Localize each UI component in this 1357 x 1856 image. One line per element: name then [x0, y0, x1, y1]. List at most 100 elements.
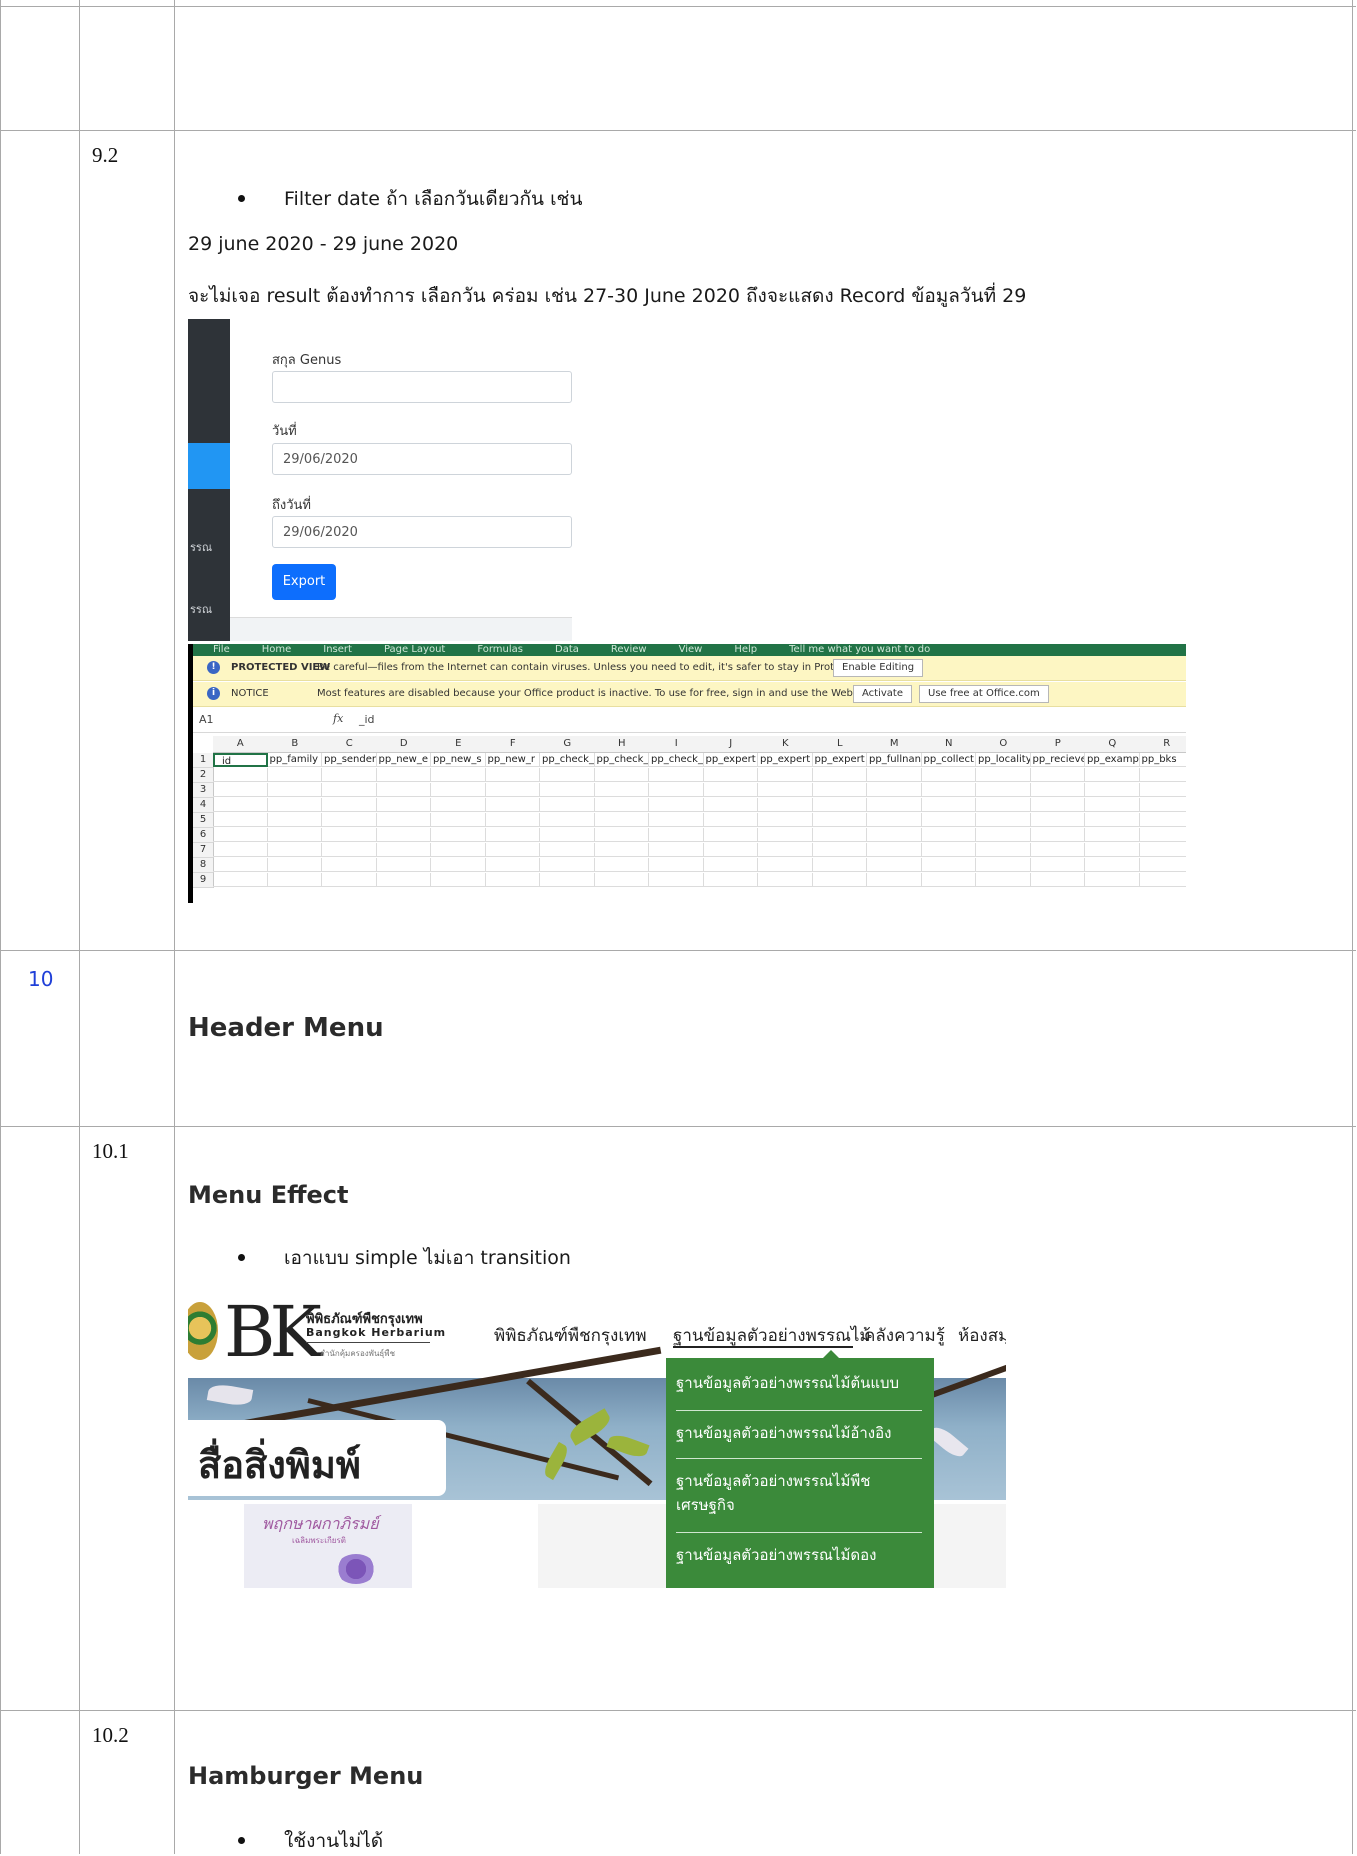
nav-library[interactable]: ห้องสมุ: [958, 1322, 1006, 1349]
table-cell[interactable]: [594, 768, 649, 782]
ribbon-tab[interactable]: Page Layout: [384, 644, 445, 655]
table-cell[interactable]: [1139, 843, 1186, 857]
column-header[interactable]: C: [322, 736, 378, 753]
table-cell[interactable]: [267, 858, 322, 872]
table-cell[interactable]: [921, 768, 976, 782]
to-date-input[interactable]: 29/06/2020: [272, 516, 572, 548]
ribbon-tab[interactable]: Formulas: [477, 644, 523, 655]
table-cell[interactable]: [431, 843, 486, 857]
table-cell[interactable]: [703, 813, 758, 827]
table-cell[interactable]: [267, 798, 322, 812]
table-cell[interactable]: [1139, 858, 1186, 872]
table-cell[interactable]: [213, 858, 268, 872]
dropdown-item-reference-specimen[interactable]: ฐานข้อมูลตัวอย่างพรรณไม้อ้างอิง: [676, 1422, 922, 1444]
column-header[interactable]: N: [921, 736, 977, 753]
table-cell[interactable]: [921, 828, 976, 842]
table-cell[interactable]: [376, 813, 431, 827]
row-header[interactable]: 4: [193, 798, 214, 813]
table-cell[interactable]: [431, 798, 486, 812]
column-header[interactable]: M: [867, 736, 923, 753]
table-cell[interactable]: [485, 828, 540, 842]
table-cell[interactable]: [485, 768, 540, 782]
table-cell[interactable]: [976, 828, 1031, 842]
table-cell[interactable]: [1030, 768, 1085, 782]
table-cell[interactable]: pp_check_: [594, 753, 649, 767]
table-cell[interactable]: [540, 783, 595, 797]
table-cell[interactable]: [758, 858, 813, 872]
table-cell[interactable]: [594, 813, 649, 827]
table-cell[interactable]: [376, 858, 431, 872]
table-cell[interactable]: [758, 783, 813, 797]
table-cell[interactable]: pp_expert: [703, 753, 758, 767]
table-cell[interactable]: pp_sender: [322, 753, 377, 767]
ribbon-tab[interactable]: View: [679, 644, 703, 655]
table-cell[interactable]: [649, 768, 704, 782]
table-cell[interactable]: pp_fullnan: [867, 753, 922, 767]
table-cell[interactable]: [322, 798, 377, 812]
nav-knowledge[interactable]: คลังความรู้: [864, 1322, 945, 1349]
table-cell[interactable]: _id: [213, 753, 268, 767]
table-cell[interactable]: [431, 873, 486, 887]
table-cell[interactable]: [376, 843, 431, 857]
table-cell[interactable]: [703, 798, 758, 812]
table-cell[interactable]: [540, 873, 595, 887]
table-cell[interactable]: [213, 813, 268, 827]
table-cell[interactable]: [540, 858, 595, 872]
table-cell[interactable]: [758, 798, 813, 812]
table-cell[interactable]: [376, 873, 431, 887]
row-header[interactable]: 5: [193, 813, 214, 828]
table-cell[interactable]: pp_locality: [976, 753, 1031, 767]
table-cell[interactable]: [431, 828, 486, 842]
date-input[interactable]: 29/06/2020: [272, 443, 572, 475]
table-cell[interactable]: [322, 843, 377, 857]
table-cell[interactable]: [540, 768, 595, 782]
table-cell[interactable]: pp_bks: [1139, 753, 1186, 767]
table-cell[interactable]: [594, 783, 649, 797]
table-cell[interactable]: [540, 798, 595, 812]
table-cell[interactable]: [703, 828, 758, 842]
table-cell[interactable]: [758, 768, 813, 782]
table-cell[interactable]: [1139, 828, 1186, 842]
table-cell[interactable]: [322, 813, 377, 827]
formula-value[interactable]: _id: [359, 713, 375, 726]
row-header[interactable]: 2: [193, 768, 214, 783]
table-cell[interactable]: [485, 873, 540, 887]
column-header[interactable]: I: [649, 736, 705, 753]
table-cell[interactable]: [976, 768, 1031, 782]
table-cell[interactable]: [867, 813, 922, 827]
table-cell[interactable]: [213, 798, 268, 812]
table-cell[interactable]: pp_examp: [1085, 753, 1140, 767]
dropdown-item-economic-plants[interactable]: ฐานข้อมูลตัวอย่างพรรณไม้พืช: [676, 1470, 922, 1492]
table-cell[interactable]: [812, 798, 867, 812]
table-cell[interactable]: [1139, 873, 1186, 887]
table-cell[interactable]: [649, 858, 704, 872]
export-button[interactable]: Export: [272, 564, 336, 600]
nav-herbarium[interactable]: พิพิธภัณฑ์พืชกรุงเทพ: [494, 1322, 647, 1349]
table-cell[interactable]: [921, 873, 976, 887]
dropdown-item-economic-plants-line2[interactable]: เศรษฐกิจ: [676, 1494, 922, 1516]
table-cell[interactable]: [649, 783, 704, 797]
table-cell[interactable]: [976, 813, 1031, 827]
table-cell[interactable]: [921, 858, 976, 872]
activate-button[interactable]: Activate: [853, 685, 912, 703]
table-cell[interactable]: [649, 813, 704, 827]
table-cell[interactable]: [867, 873, 922, 887]
table-cell[interactable]: pp_new_e: [376, 753, 431, 767]
table-cell[interactable]: [649, 843, 704, 857]
dropdown-item-type-specimen[interactable]: ฐานข้อมูลตัวอย่างพรรณไม้ต้นแบบ: [676, 1372, 922, 1394]
table-cell[interactable]: [867, 768, 922, 782]
table-cell[interactable]: [431, 858, 486, 872]
table-cell[interactable]: [485, 813, 540, 827]
table-cell[interactable]: pp_collect: [921, 753, 976, 767]
table-cell[interactable]: [976, 843, 1031, 857]
table-cell[interactable]: [213, 783, 268, 797]
table-cell[interactable]: [1085, 843, 1140, 857]
table-cell[interactable]: [812, 828, 867, 842]
row-header[interactable]: 8: [193, 858, 214, 873]
table-cell[interactable]: [376, 768, 431, 782]
enable-editing-button[interactable]: Enable Editing: [833, 659, 924, 677]
table-cell[interactable]: [267, 813, 322, 827]
use-free-button[interactable]: Use free at Office.com: [919, 685, 1049, 703]
column-header[interactable]: O: [976, 736, 1032, 753]
table-cell[interactable]: [213, 828, 268, 842]
